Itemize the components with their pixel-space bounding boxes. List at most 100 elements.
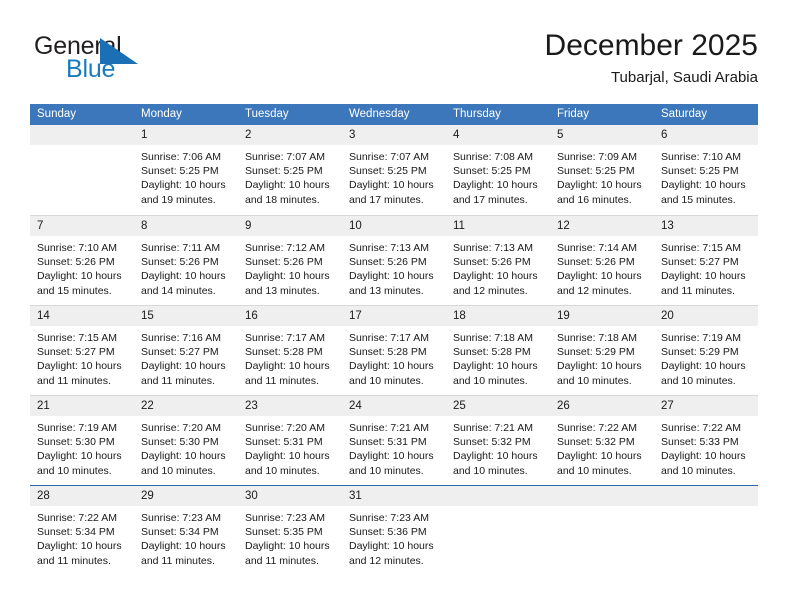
day-cell[interactable]: 12 Sunrise: 7:14 AM Sunset: 5:26 PM Dayl… bbox=[550, 216, 654, 305]
day-cell[interactable] bbox=[550, 486, 654, 575]
daylight-text-line1: Daylight: 10 hours bbox=[557, 450, 642, 463]
day-cell[interactable]: 30 Sunrise: 7:23 AM Sunset: 5:35 PM Dayl… bbox=[238, 486, 342, 575]
sunset-text: Sunset: 5:34 PM bbox=[141, 526, 219, 539]
daylight-text-line1: Daylight: 10 hours bbox=[245, 179, 330, 192]
day-cell[interactable] bbox=[654, 486, 758, 575]
day-cell[interactable]: 9 Sunrise: 7:12 AM Sunset: 5:26 PM Dayli… bbox=[238, 216, 342, 305]
day-cell[interactable]: 27 Sunrise: 7:22 AM Sunset: 5:33 PM Dayl… bbox=[654, 396, 758, 485]
sunrise-text: Sunrise: 7:13 AM bbox=[453, 242, 533, 254]
day-cell[interactable]: 2 Sunrise: 7:07 AM Sunset: 5:25 PM Dayli… bbox=[238, 125, 342, 215]
daylight-text-line1: Daylight: 10 hours bbox=[141, 540, 226, 553]
sunset-text: Sunset: 5:27 PM bbox=[37, 346, 115, 359]
sunset-text: Sunset: 5:25 PM bbox=[557, 165, 635, 178]
daylight-text-line2: and 10 minutes. bbox=[661, 464, 736, 477]
daylight-text-line2: and 11 minutes. bbox=[141, 374, 215, 387]
sunrise-text: Sunrise: 7:20 AM bbox=[245, 422, 325, 434]
day-details: Sunrise: 7:13 AM Sunset: 5:26 PM Dayligh… bbox=[342, 236, 446, 298]
day-details: Sunrise: 7:17 AM Sunset: 5:28 PM Dayligh… bbox=[342, 326, 446, 388]
day-number bbox=[30, 125, 134, 145]
sunrise-text: Sunrise: 7:21 AM bbox=[453, 422, 533, 434]
day-cell[interactable]: 8 Sunrise: 7:11 AM Sunset: 5:26 PM Dayli… bbox=[134, 216, 238, 305]
day-cell[interactable]: 3 Sunrise: 7:07 AM Sunset: 5:25 PM Dayli… bbox=[342, 125, 446, 215]
daylight-text-line2: and 11 minutes. bbox=[245, 554, 319, 567]
day-cell[interactable] bbox=[30, 125, 134, 215]
daylight-text-line2: and 11 minutes. bbox=[245, 374, 319, 387]
daylight-text-line1: Daylight: 10 hours bbox=[141, 360, 226, 373]
day-number: 11 bbox=[446, 216, 550, 236]
sunrise-text: Sunrise: 7:23 AM bbox=[245, 512, 325, 524]
daylight-text-line1: Daylight: 10 hours bbox=[141, 179, 226, 192]
sunrise-text: Sunrise: 7:18 AM bbox=[453, 332, 533, 344]
day-details: Sunrise: 7:20 AM Sunset: 5:31 PM Dayligh… bbox=[238, 416, 342, 478]
day-cell[interactable]: 16 Sunrise: 7:17 AM Sunset: 5:28 PM Dayl… bbox=[238, 306, 342, 395]
day-number: 31 bbox=[342, 486, 446, 506]
day-details: Sunrise: 7:22 AM Sunset: 5:33 PM Dayligh… bbox=[654, 416, 758, 478]
page-subtitle: Tubarjal, Saudi Arabia bbox=[610, 69, 758, 86]
daylight-text-line2: and 11 minutes. bbox=[37, 374, 111, 387]
week-row: 21 Sunrise: 7:19 AM Sunset: 5:30 PM Dayl… bbox=[30, 395, 758, 485]
day-cell[interactable]: 5 Sunrise: 7:09 AM Sunset: 5:25 PM Dayli… bbox=[550, 125, 654, 215]
sunrise-text: Sunrise: 7:21 AM bbox=[349, 422, 429, 434]
page-header: General Blue December 2025 Tubarjal, Sau… bbox=[34, 28, 758, 96]
sunrise-text: Sunrise: 7:08 AM bbox=[453, 151, 533, 163]
daylight-text-line2: and 13 minutes. bbox=[245, 284, 320, 297]
day-details: Sunrise: 7:19 AM Sunset: 5:29 PM Dayligh… bbox=[654, 326, 758, 388]
day-cell[interactable] bbox=[446, 486, 550, 575]
general-blue-logo[interactable]: General Blue bbox=[34, 32, 234, 90]
day-cell[interactable]: 13 Sunrise: 7:15 AM Sunset: 5:27 PM Dayl… bbox=[654, 216, 758, 305]
day-cell[interactable]: 18 Sunrise: 7:18 AM Sunset: 5:28 PM Dayl… bbox=[446, 306, 550, 395]
day-cell[interactable]: 7 Sunrise: 7:10 AM Sunset: 5:26 PM Dayli… bbox=[30, 216, 134, 305]
day-cell[interactable]: 28 Sunrise: 7:22 AM Sunset: 5:34 PM Dayl… bbox=[30, 486, 134, 575]
day-number: 10 bbox=[342, 216, 446, 236]
day-cell[interactable]: 24 Sunrise: 7:21 AM Sunset: 5:31 PM Dayl… bbox=[342, 396, 446, 485]
sunset-text: Sunset: 5:26 PM bbox=[141, 256, 219, 269]
daylight-text-line1: Daylight: 10 hours bbox=[453, 270, 538, 283]
day-details: Sunrise: 7:14 AM Sunset: 5:26 PM Dayligh… bbox=[550, 236, 654, 298]
daylight-text-line2: and 15 minutes. bbox=[661, 193, 736, 206]
weekday-header-thursday: Thursday bbox=[453, 108, 501, 120]
sunrise-text: Sunrise: 7:22 AM bbox=[37, 512, 117, 524]
day-number: 30 bbox=[238, 486, 342, 506]
day-cell[interactable]: 26 Sunrise: 7:22 AM Sunset: 5:32 PM Dayl… bbox=[550, 396, 654, 485]
sunrise-text: Sunrise: 7:19 AM bbox=[37, 422, 117, 434]
day-number: 29 bbox=[134, 486, 238, 506]
day-cell[interactable]: 31 Sunrise: 7:23 AM Sunset: 5:36 PM Dayl… bbox=[342, 486, 446, 575]
day-cell[interactable]: 6 Sunrise: 7:10 AM Sunset: 5:25 PM Dayli… bbox=[654, 125, 758, 215]
day-cell[interactable]: 20 Sunrise: 7:19 AM Sunset: 5:29 PM Dayl… bbox=[654, 306, 758, 395]
weekday-header-tuesday: Tuesday bbox=[245, 108, 289, 120]
day-cell[interactable]: 17 Sunrise: 7:17 AM Sunset: 5:28 PM Dayl… bbox=[342, 306, 446, 395]
day-cell[interactable]: 23 Sunrise: 7:20 AM Sunset: 5:31 PM Dayl… bbox=[238, 396, 342, 485]
day-number bbox=[446, 486, 550, 506]
day-details: Sunrise: 7:08 AM Sunset: 5:25 PM Dayligh… bbox=[446, 145, 550, 207]
calendar-table: Sunday Monday Tuesday Wednesday Thursday… bbox=[30, 104, 758, 575]
day-number: 25 bbox=[446, 396, 550, 416]
sunset-text: Sunset: 5:26 PM bbox=[453, 256, 531, 269]
day-cell[interactable]: 10 Sunrise: 7:13 AM Sunset: 5:26 PM Dayl… bbox=[342, 216, 446, 305]
day-cell[interactable]: 25 Sunrise: 7:21 AM Sunset: 5:32 PM Dayl… bbox=[446, 396, 550, 485]
day-cell[interactable]: 15 Sunrise: 7:16 AM Sunset: 5:27 PM Dayl… bbox=[134, 306, 238, 395]
sunset-text: Sunset: 5:28 PM bbox=[453, 346, 531, 359]
daylight-text-line1: Daylight: 10 hours bbox=[37, 360, 122, 373]
sunset-text: Sunset: 5:29 PM bbox=[661, 346, 739, 359]
week-row: 28 Sunrise: 7:22 AM Sunset: 5:34 PM Dayl… bbox=[30, 485, 758, 575]
daylight-text-line2: and 16 minutes. bbox=[557, 193, 632, 206]
day-details: Sunrise: 7:15 AM Sunset: 5:27 PM Dayligh… bbox=[30, 326, 134, 388]
day-cell[interactable]: 19 Sunrise: 7:18 AM Sunset: 5:29 PM Dayl… bbox=[550, 306, 654, 395]
daylight-text-line1: Daylight: 10 hours bbox=[37, 450, 122, 463]
day-cell[interactable]: 14 Sunrise: 7:15 AM Sunset: 5:27 PM Dayl… bbox=[30, 306, 134, 395]
day-cell[interactable]: 22 Sunrise: 7:20 AM Sunset: 5:30 PM Dayl… bbox=[134, 396, 238, 485]
day-number: 14 bbox=[30, 306, 134, 326]
sunrise-text: Sunrise: 7:23 AM bbox=[141, 512, 221, 524]
day-cell[interactable]: 21 Sunrise: 7:19 AM Sunset: 5:30 PM Dayl… bbox=[30, 396, 134, 485]
day-number: 3 bbox=[342, 125, 446, 145]
daylight-text-line1: Daylight: 10 hours bbox=[661, 179, 746, 192]
sunset-text: Sunset: 5:25 PM bbox=[141, 165, 219, 178]
day-cell[interactable]: 1 Sunrise: 7:06 AM Sunset: 5:25 PM Dayli… bbox=[134, 125, 238, 215]
sunrise-text: Sunrise: 7:17 AM bbox=[245, 332, 325, 344]
day-cell[interactable]: 29 Sunrise: 7:23 AM Sunset: 5:34 PM Dayl… bbox=[134, 486, 238, 575]
day-cell[interactable]: 4 Sunrise: 7:08 AM Sunset: 5:25 PM Dayli… bbox=[446, 125, 550, 215]
daylight-text-line2: and 10 minutes. bbox=[557, 374, 632, 387]
sunrise-text: Sunrise: 7:18 AM bbox=[557, 332, 637, 344]
day-number: 7 bbox=[30, 216, 134, 236]
day-cell[interactable]: 11 Sunrise: 7:13 AM Sunset: 5:26 PM Dayl… bbox=[446, 216, 550, 305]
